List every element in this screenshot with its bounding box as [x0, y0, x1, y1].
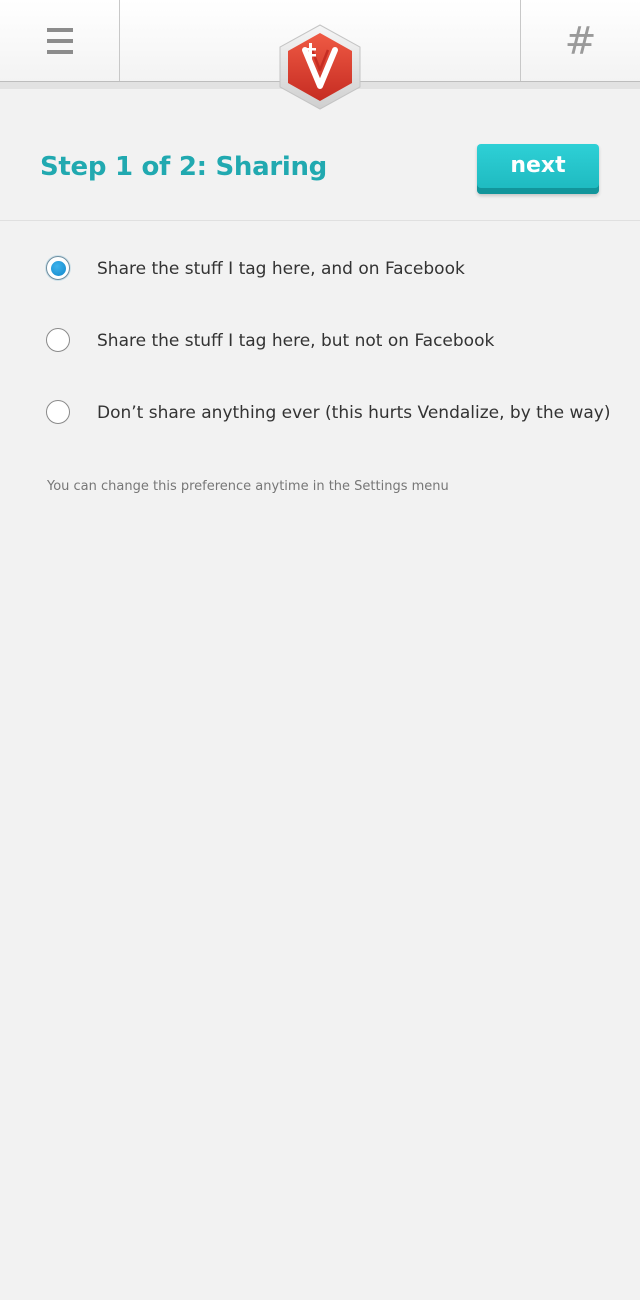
next-button[interactable]: next [477, 144, 599, 194]
sharing-option-facebook[interactable]: Share the stuff I tag here, and on Faceb… [0, 233, 640, 305]
step-header: Step 1 of 2: Sharing next [0, 89, 640, 221]
radio-button[interactable] [46, 328, 70, 352]
sharing-options: Share the stuff I tag here, and on Faceb… [0, 233, 640, 449]
page-title: Step 1 of 2: Sharing [40, 152, 327, 182]
option-label: Don’t share anything ever (this hurts Ve… [97, 403, 611, 423]
radio-selected-dot [50, 260, 66, 276]
hash-icon: # [564, 18, 597, 63]
settings-hint: You can change this preference anytime i… [47, 479, 449, 494]
sharing-option-no-facebook[interactable]: Share the stuff I tag here, but not on F… [0, 305, 640, 377]
radio-button[interactable] [46, 256, 70, 280]
sharing-option-none[interactable]: Don’t share anything ever (this hurts Ve… [0, 377, 640, 449]
menu-button[interactable] [0, 0, 120, 81]
hashtag-button[interactable]: # [520, 0, 640, 81]
hamburger-menu-icon [46, 27, 73, 54]
radio-button[interactable] [46, 400, 70, 424]
option-label: Share the stuff I tag here, but not on F… [97, 331, 495, 351]
option-label: Share the stuff I tag here, and on Faceb… [97, 259, 465, 279]
